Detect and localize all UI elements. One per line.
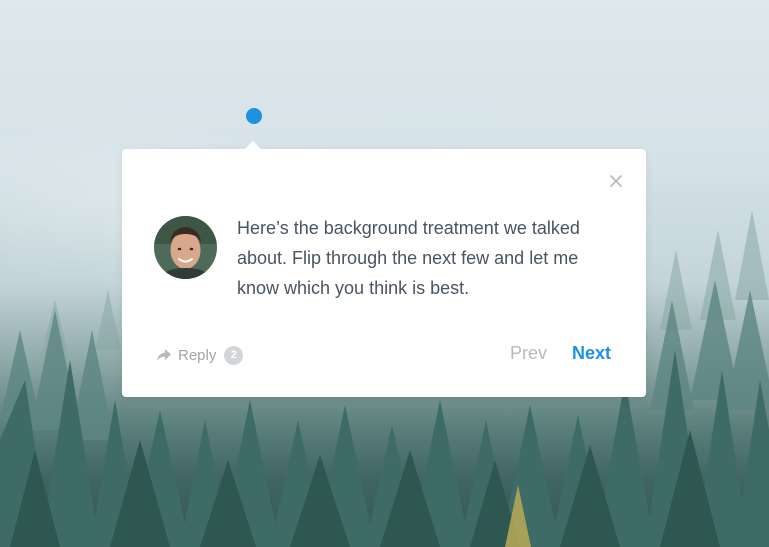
reply-arrow-icon [157,349,171,361]
next-button[interactable]: Next [572,343,611,364]
close-icon [610,175,622,187]
reply-count-badge: 2 [224,345,244,365]
comment-message: Here’s the background treatment we talke… [237,218,580,298]
comment-hotspot-dot[interactable] [246,108,262,124]
comment-popover: Here’s the background treatment we talke… [122,141,646,397]
close-button[interactable] [608,173,624,189]
user-avatar[interactable] [154,216,217,279]
canvas-background: Here’s the background treatment we talke… [0,0,769,547]
reply-label: Reply [178,346,217,364]
reply-button[interactable]: Reply 2 [156,345,244,365]
prev-button[interactable]: Prev [510,343,547,364]
avatar-icon [154,216,217,279]
popover-caret [245,141,261,149]
